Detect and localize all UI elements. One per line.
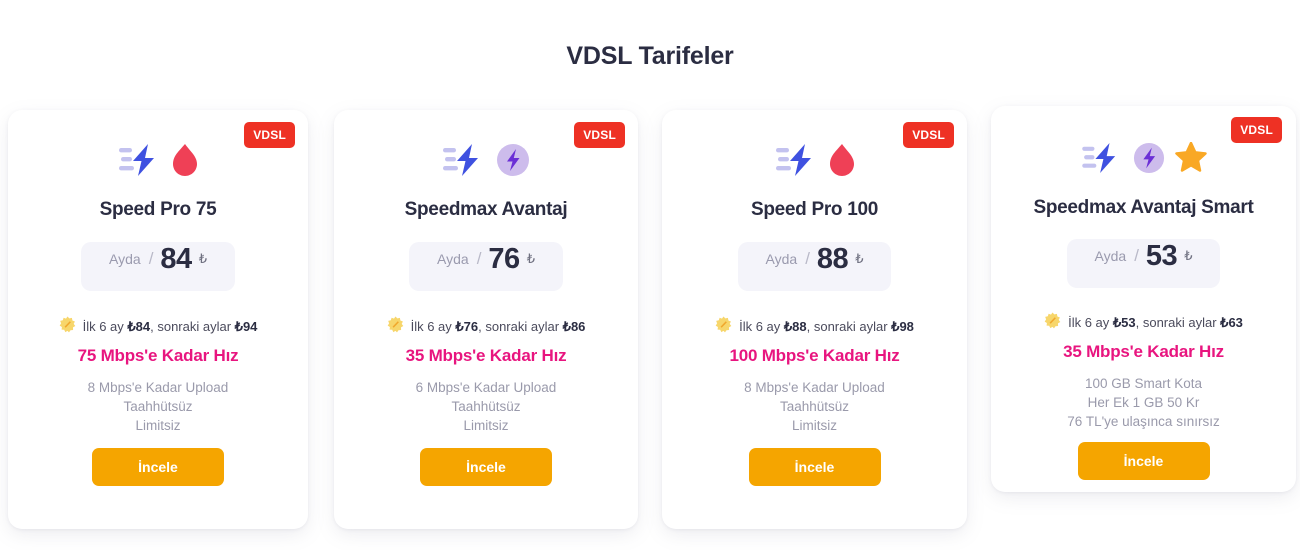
vdsl-badge: VDSL: [574, 122, 625, 148]
price-period-label: Ayda: [109, 251, 141, 267]
plan-name: Speedmax Avantaj Smart: [1033, 197, 1254, 218]
feature-item: Taahhütsüz: [123, 399, 193, 414]
feature-item: 8 Mbps'e Kadar Upload: [744, 380, 885, 395]
features-list: 8 Mbps'e Kadar Upload Taahhütsüz Limitsi…: [662, 378, 967, 435]
price-container: Ayda / 76 ₺: [334, 242, 638, 291]
page-title: VDSL Tarifeler: [566, 42, 734, 70]
price-separator: /: [148, 249, 154, 268]
plan-name: Speed Pro 100: [750, 199, 879, 220]
plan-card[interactable]: VDSL Speed Pro 100 Ayda / 88 ₺ İlk 6 ay …: [662, 110, 967, 529]
star-icon: [1174, 141, 1207, 178]
price-pill: Ayda / 84 ₺: [81, 242, 235, 291]
price-pill: Ayda / 76 ₺: [409, 242, 563, 291]
promo-text: İlk 6 ay ₺84, sonraki aylar ₺94: [82, 319, 258, 334]
pricing-cards-container: VDSL Speed Pro 75 Ayda / 84 ₺ İlk 6 ay ₺…: [0, 104, 1300, 550]
sparkle-badge-icon: [1044, 312, 1061, 334]
vdsl-badge: VDSL: [903, 122, 954, 148]
cta-container: İncele: [662, 448, 967, 486]
plan-card[interactable]: VDSL Speedmax Avantaj Ayda / 76 ₺ İlk 6 …: [334, 110, 638, 529]
plan-name: Speed Pro 75: [99, 199, 217, 220]
price-amount: 88: [816, 243, 849, 275]
price-separator: /: [1134, 246, 1139, 265]
cta-container: İncele: [991, 442, 1296, 480]
price-container: Ayda / 53 ₺: [991, 239, 1296, 288]
plan-card[interactable]: VDSL Speedmax Avantaj Smart Ayda / 53 ₺ …: [991, 106, 1296, 492]
promo-line: İlk 6 ay ₺76, sonraki aylar ₺86: [334, 316, 638, 338]
speed-headline: 35 Mbps'e Kadar Hız: [1063, 342, 1224, 361]
price-pill: Ayda / 88 ₺: [737, 242, 892, 291]
features-list: 6 Mbps'e Kadar Upload Taahhütsüz Limitsi…: [334, 378, 638, 435]
flame-icon: [829, 143, 855, 182]
feature-item: Limitsiz: [135, 418, 181, 433]
purple-bolt-circle-icon: [1133, 142, 1165, 179]
price-container: Ayda / 88 ₺: [662, 242, 967, 291]
vdsl-badge: VDSL: [1231, 117, 1282, 143]
price-period-label: Ayda: [1094, 248, 1127, 264]
plan-name: Speedmax Avantaj: [404, 199, 568, 220]
cta-container: İncele: [334, 448, 638, 486]
plan-icon-row: [991, 139, 1296, 181]
flame-icon: [172, 143, 198, 182]
price-container: Ayda / 84 ₺: [8, 242, 308, 291]
speed-bolt-icon: [442, 143, 486, 182]
price-separator: /: [476, 249, 482, 268]
promo-line: İlk 6 ay ₺88, sonraki aylar ₺98: [662, 316, 967, 338]
price-amount: 84: [160, 243, 192, 275]
promo-line: İlk 6 ay ₺53, sonraki aylar ₺63: [991, 312, 1296, 334]
feature-item: 6 Mbps'e Kadar Upload: [415, 380, 557, 395]
speed-headline: 75 Mbps'e Kadar Hız: [77, 346, 239, 365]
promo-text: İlk 6 ay ₺76, sonraki aylar ₺86: [410, 319, 586, 334]
promo-line: İlk 6 ay ₺84, sonraki aylar ₺94: [8, 316, 308, 338]
speed-bolt-icon: [1081, 142, 1123, 179]
feature-item: Limitsiz: [463, 418, 509, 433]
sparkle-badge-icon: [387, 316, 404, 338]
features-list: 8 Mbps'e Kadar Upload Taahhütsüz Limitsi…: [8, 378, 308, 435]
cta-container: İncele: [8, 448, 308, 486]
price-currency: ₺: [198, 251, 207, 266]
price-currency: ₺: [855, 251, 864, 266]
promo-text: İlk 6 ay ₺53, sonraki aylar ₺63: [1068, 315, 1243, 330]
incele-button[interactable]: İncele: [92, 448, 224, 486]
feature-item: Her Ek 1 GB 50 Kr: [1087, 395, 1200, 410]
features-list: 100 GB Smart Kota Her Ek 1 GB 50 Kr 76 T…: [991, 374, 1296, 431]
purple-bolt-circle-icon: [496, 143, 530, 182]
incele-button[interactable]: İncele: [420, 448, 552, 486]
incele-button[interactable]: İncele: [748, 448, 881, 486]
speed-bolt-icon: [118, 143, 162, 182]
price-period-label: Ayda: [765, 251, 798, 267]
vdsl-badge: VDSL: [244, 122, 295, 148]
price-currency: ₺: [526, 251, 535, 266]
price-currency: ₺: [1184, 248, 1193, 263]
feature-item: 8 Mbps'e Kadar Upload: [87, 380, 229, 395]
feature-item: Taahhütsüz: [779, 399, 850, 414]
speed-headline: 100 Mbps'e Kadar Hız: [729, 346, 900, 365]
promo-text: İlk 6 ay ₺88, sonraki aylar ₺98: [739, 319, 914, 334]
feature-item: 100 GB Smart Kota: [1084, 376, 1203, 391]
price-pill: Ayda / 53 ₺: [1066, 239, 1221, 288]
price-amount: 76: [488, 243, 520, 275]
price-period-label: Ayda: [437, 251, 469, 267]
price-separator: /: [805, 249, 810, 268]
feature-item: 76 TL'ye ulaşınca sınırsız: [1067, 414, 1220, 429]
speed-bolt-icon: [775, 143, 819, 182]
feature-item: Taahhütsüz: [451, 399, 521, 414]
price-amount: 53: [1145, 240, 1178, 272]
plan-card[interactable]: VDSL Speed Pro 75 Ayda / 84 ₺ İlk 6 ay ₺…: [8, 110, 308, 529]
sparkle-badge-icon: [59, 316, 76, 338]
feature-item: Limitsiz: [791, 418, 837, 433]
speed-headline: 35 Mbps'e Kadar Hız: [405, 346, 567, 365]
incele-button[interactable]: İncele: [1077, 442, 1210, 480]
sparkle-badge-icon: [715, 316, 732, 338]
